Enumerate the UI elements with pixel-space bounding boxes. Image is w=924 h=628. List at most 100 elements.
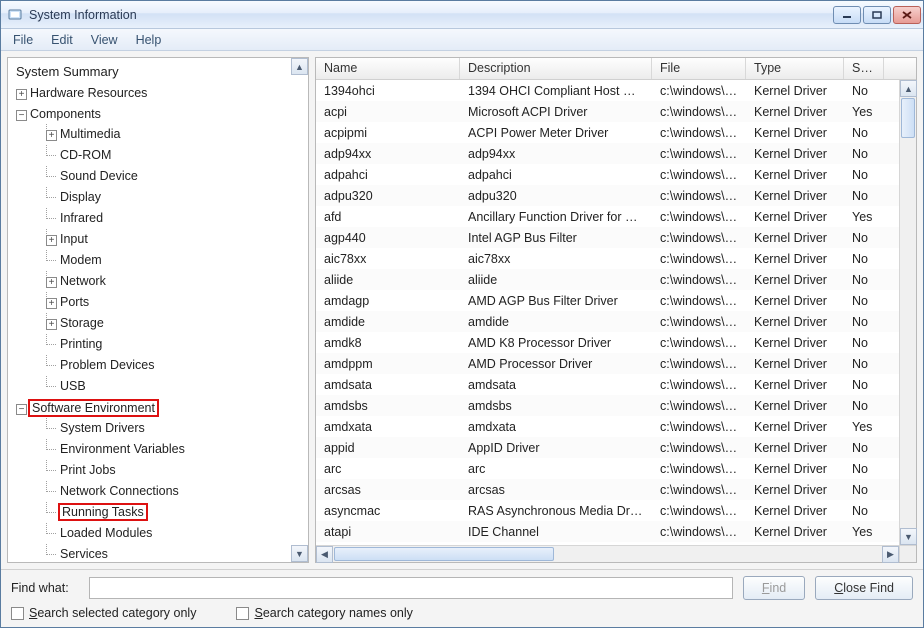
- table-row[interactable]: amdxataamdxatac:\windows\s...Kernel Driv…: [316, 416, 916, 437]
- menu-view[interactable]: View: [83, 31, 126, 49]
- table-row[interactable]: acpiMicrosoft ACPI Driverc:\windows\s...…: [316, 101, 916, 122]
- menu-help[interactable]: Help: [128, 31, 170, 49]
- expand-icon[interactable]: [46, 319, 57, 330]
- cell-type: Kernel Driver: [746, 231, 844, 245]
- table-row[interactable]: adpahciadpahcic:\windows\s...Kernel Driv…: [316, 164, 916, 185]
- highlight-box: Running Tasks: [58, 503, 148, 521]
- search-selected-category-checkbox[interactable]: Search selected category only: [11, 606, 196, 620]
- tree-input[interactable]: Input: [46, 229, 306, 250]
- cell-desc: Ancillary Function Driver for Wi...: [460, 210, 652, 224]
- column-name[interactable]: Name: [316, 58, 460, 79]
- tree-print-jobs[interactable]: Print Jobs: [46, 460, 306, 481]
- scroll-up-icon[interactable]: ▲: [900, 80, 917, 97]
- expand-icon[interactable]: [46, 130, 57, 141]
- table-row[interactable]: appidAppID Driverc:\windows\s...Kernel D…: [316, 437, 916, 458]
- tree-hardware-resources[interactable]: Hardware Resources: [16, 83, 306, 104]
- table-row[interactable]: acpipmiACPI Power Meter Driverc:\windows…: [316, 122, 916, 143]
- column-started[interactable]: Start: [844, 58, 884, 79]
- tree-software-environment[interactable]: Software Environment System Drivers Envi…: [16, 398, 306, 562]
- tree-multimedia[interactable]: Multimedia: [46, 124, 306, 145]
- list-pane: Name Description File Type Start 1394ohc…: [315, 57, 917, 563]
- table-row[interactable]: adpu320adpu320c:\windows\s...Kernel Driv…: [316, 185, 916, 206]
- table-row[interactable]: asyncmacRAS Asynchronous Media Driverc:\…: [316, 500, 916, 521]
- table-row[interactable]: agp440Intel AGP Bus Filterc:\windows\s..…: [316, 227, 916, 248]
- list-body[interactable]: 1394ohci1394 OHCI Compliant Host Co...c:…: [316, 80, 916, 562]
- highlight-box: Software Environment: [28, 399, 159, 417]
- column-description[interactable]: Description: [460, 58, 652, 79]
- table-row[interactable]: amdsbsamdsbsc:\windows\s...Kernel Driver…: [316, 395, 916, 416]
- expand-icon[interactable]: [46, 298, 57, 309]
- cell-name: asyncmac: [316, 504, 460, 518]
- cell-start: No: [844, 378, 884, 392]
- tree-infrared[interactable]: Infrared: [46, 208, 306, 229]
- search-category-names-checkbox[interactable]: Search category names only: [236, 606, 412, 620]
- find-input[interactable]: [89, 577, 733, 599]
- tree-printing[interactable]: Printing: [46, 334, 306, 355]
- scroll-down-icon[interactable]: ▼: [900, 528, 917, 545]
- table-row[interactable]: amdk8AMD K8 Processor Driverc:\windows\s…: [316, 332, 916, 353]
- table-row[interactable]: amdsataamdsatac:\windows\s...Kernel Driv…: [316, 374, 916, 395]
- tree-services[interactable]: Services: [46, 544, 306, 562]
- maximize-button[interactable]: [863, 6, 891, 24]
- tree-usb[interactable]: USB: [46, 376, 306, 397]
- table-row[interactable]: amdagpAMD AGP Bus Filter Driverc:\window…: [316, 290, 916, 311]
- cell-name: agp440: [316, 231, 460, 245]
- list-vertical-scrollbar[interactable]: ▲ ▼: [899, 80, 916, 545]
- table-row[interactable]: aliidealiidec:\windows\s...Kernel Driver…: [316, 269, 916, 290]
- menu-file[interactable]: File: [5, 31, 41, 49]
- tree: Hardware Resources Components Multimedia…: [14, 83, 306, 562]
- table-row[interactable]: afdAncillary Function Driver for Wi...c:…: [316, 206, 916, 227]
- find-button[interactable]: Find: [743, 576, 805, 600]
- table-row[interactable]: adp94xxadp94xxc:\windows\s...Kernel Driv…: [316, 143, 916, 164]
- cell-name: amdk8: [316, 336, 460, 350]
- tree-system-drivers[interactable]: System Drivers: [46, 418, 306, 439]
- cell-start: No: [844, 273, 884, 287]
- expand-icon[interactable]: [46, 235, 57, 246]
- table-row[interactable]: 1394ohci1394 OHCI Compliant Host Co...c:…: [316, 80, 916, 101]
- minimize-button[interactable]: [833, 6, 861, 24]
- cell-file: c:\windows\s...: [652, 126, 746, 140]
- tree-network[interactable]: Network: [46, 271, 306, 292]
- tree-running-tasks[interactable]: Running Tasks: [46, 502, 306, 523]
- tree-ports[interactable]: Ports: [46, 292, 306, 313]
- table-row[interactable]: amdideamdidec:\windows\s...Kernel Driver…: [316, 311, 916, 332]
- tree-loaded-modules[interactable]: Loaded Modules: [46, 523, 306, 544]
- tree-display[interactable]: Display: [46, 187, 306, 208]
- title-bar[interactable]: System Information: [1, 1, 923, 29]
- table-row[interactable]: arcsasarcsasc:\windows\s...Kernel Driver…: [316, 479, 916, 500]
- expand-icon[interactable]: [16, 89, 27, 100]
- table-row[interactable]: atapiIDE Channelc:\windows\s...Kernel Dr…: [316, 521, 916, 542]
- tree-modem[interactable]: Modem: [46, 250, 306, 271]
- cell-start: No: [844, 231, 884, 245]
- column-file[interactable]: File: [652, 58, 746, 79]
- table-row[interactable]: amdppmAMD Processor Driverc:\windows\s..…: [316, 353, 916, 374]
- menu-edit[interactable]: Edit: [43, 31, 81, 49]
- scroll-thumb[interactable]: [334, 547, 554, 561]
- expand-icon[interactable]: [46, 277, 57, 288]
- tree-scroll-up[interactable]: ▲: [291, 58, 308, 75]
- tree-env-vars[interactable]: Environment Variables: [46, 439, 306, 460]
- scroll-right-icon[interactable]: ▶: [882, 546, 899, 563]
- collapse-icon[interactable]: [16, 404, 27, 415]
- tree-problem-devices[interactable]: Problem Devices: [46, 355, 306, 376]
- cell-desc: amdxata: [460, 420, 652, 434]
- tree-storage[interactable]: Storage: [46, 313, 306, 334]
- close-find-button[interactable]: Close Find: [815, 576, 913, 600]
- list-horizontal-scrollbar[interactable]: ◀ ▶: [316, 545, 899, 562]
- table-row[interactable]: aic78xxaic78xxc:\windows\s...Kernel Driv…: [316, 248, 916, 269]
- tree-components[interactable]: Components Multimedia CD-ROM Sound Devic…: [16, 104, 306, 398]
- close-button[interactable]: [893, 6, 921, 24]
- tree-root[interactable]: System Summary: [14, 62, 306, 83]
- cell-name: adp94xx: [316, 147, 460, 161]
- tree-network-connections[interactable]: Network Connections: [46, 481, 306, 502]
- tree-cdrom[interactable]: CD-ROM: [46, 145, 306, 166]
- cell-file: c:\windows\s...: [652, 105, 746, 119]
- tree-sound-device[interactable]: Sound Device: [46, 166, 306, 187]
- scroll-thumb[interactable]: [901, 98, 915, 138]
- column-type[interactable]: Type: [746, 58, 844, 79]
- table-row[interactable]: arcarcc:\windows\s...Kernel DriverNo: [316, 458, 916, 479]
- scroll-left-icon[interactable]: ◀: [316, 546, 333, 563]
- cell-start: No: [844, 462, 884, 476]
- cell-desc: adpu320: [460, 189, 652, 203]
- collapse-icon[interactable]: [16, 110, 27, 121]
